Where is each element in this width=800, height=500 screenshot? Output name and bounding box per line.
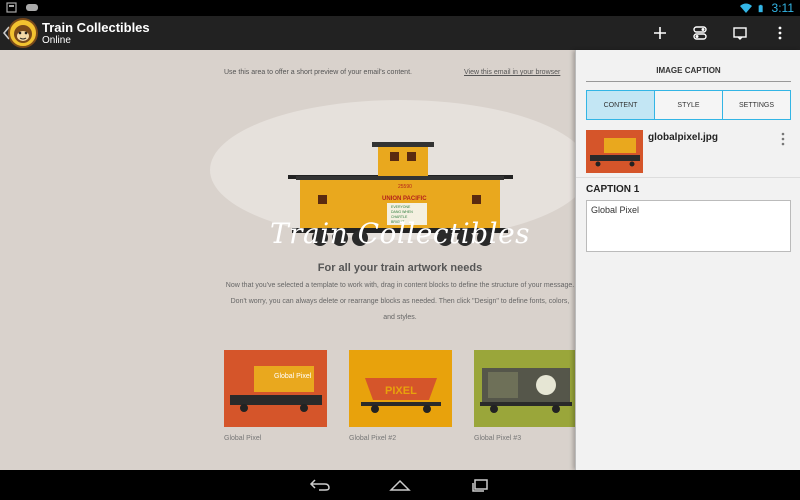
overflow-menu-button[interactable] <box>760 16 800 50</box>
back-icon <box>309 479 330 491</box>
thumbnail-3-label: Global Pixel #3 <box>474 435 522 442</box>
image-overflow-icon[interactable] <box>777 132 789 146</box>
app-logo[interactable] <box>8 18 38 48</box>
monkey-logo-icon <box>14 25 32 43</box>
wifi-icon <box>739 3 752 13</box>
thumbnail-1[interactable]: Global Pixel <box>224 350 327 427</box>
email-body: Now that you've selected a template to w… <box>225 282 575 321</box>
app-root: 3:11 Train Collectibles Online Use this … <box>0 0 800 500</box>
caboose-number: 25590 <box>398 184 412 190</box>
panel-title: IMAGE CAPTION <box>586 66 791 82</box>
thumbnail-2[interactable]: PIXEL <box>349 350 452 427</box>
image-thumbnail[interactable] <box>586 130 643 173</box>
action-bar: Train Collectibles Online <box>0 16 800 50</box>
status-bar: 3:11 <box>0 0 800 16</box>
thumbnail-2-art: PIXEL <box>385 385 417 397</box>
email-preview[interactable]: Use this area to offer a short preview o… <box>0 50 575 470</box>
preview-text: Use this area to offer a short preview o… <box>224 69 412 76</box>
back-button[interactable] <box>300 473 340 497</box>
preview-icon <box>733 27 747 40</box>
app-subtitle: Online <box>42 35 71 46</box>
view-in-browser-link[interactable]: View this email in your browser <box>464 69 560 76</box>
panel-tabs: CONTENT STYLE SETTINGS <box>586 90 791 120</box>
image-item[interactable]: globalpixel.jpg <box>576 128 800 178</box>
add-button[interactable] <box>640 16 680 50</box>
navigation-bar <box>0 470 800 500</box>
battery-icon <box>758 4 763 12</box>
image-caption-panel: IMAGE CAPTION CONTENT STYLE SETTINGS glo… <box>575 50 800 470</box>
recents-button[interactable] <box>460 473 500 497</box>
thumbnail-2-label: Global Pixel #2 <box>349 435 397 442</box>
recents-icon <box>472 479 488 492</box>
caption-label: CAPTION 1 <box>586 184 640 195</box>
caboose-sign-line-2: DANG WHEN <box>391 210 413 214</box>
tab-settings[interactable]: SETTINGS <box>722 91 790 119</box>
caboose-railroad: UNION PACIFIC <box>382 196 427 202</box>
tab-content[interactable]: CONTENT <box>587 91 654 119</box>
home-button[interactable] <box>380 473 420 497</box>
home-icon <box>389 479 411 491</box>
notification-icon <box>6 2 17 13</box>
image-filename: globalpixel.jpg <box>648 132 719 143</box>
preview-button[interactable] <box>720 16 760 50</box>
tab-style[interactable]: STYLE <box>654 91 722 119</box>
overflow-menu-icon <box>778 26 782 40</box>
email-title: Train Collectibles <box>269 217 531 250</box>
app-title: Train Collectibles <box>42 20 150 35</box>
add-icon <box>654 27 666 39</box>
thumbnail-1-art: Global Pixel <box>274 373 312 380</box>
caboose-sign-line-1: EVERYONE <box>391 205 411 209</box>
thumbnail-1-label: Global Pixel <box>224 435 262 442</box>
email-subtitle: For all your train artwork needs <box>317 262 483 274</box>
game-controller-icon <box>26 4 38 11</box>
status-time: 3:11 <box>771 1 794 15</box>
thumbnail-3[interactable] <box>474 350 575 427</box>
toggle-icon <box>693 26 707 40</box>
caption-input[interactable]: Global Pixel <box>586 200 791 252</box>
toggle-view-button[interactable] <box>680 16 720 50</box>
